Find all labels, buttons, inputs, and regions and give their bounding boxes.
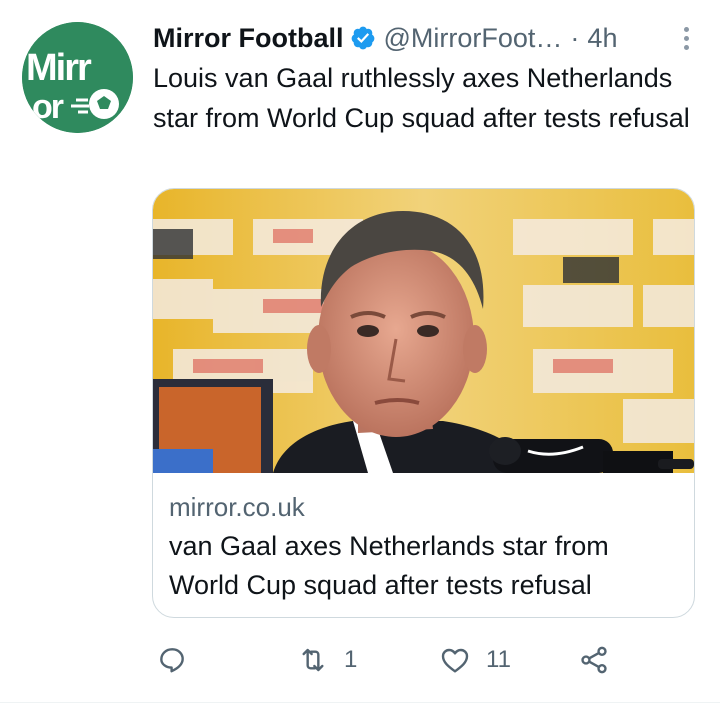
card-domain: mirror.co.uk bbox=[169, 492, 305, 522]
share-icon bbox=[581, 646, 607, 674]
svg-text:Mirr: Mirr bbox=[26, 47, 92, 89]
separator-dot: · bbox=[570, 22, 580, 53]
avatar[interactable]: Mirr or bbox=[22, 22, 133, 133]
like-count: 11 bbox=[486, 646, 511, 673]
tweet-header: Mirror Football @MirrorFoot… · 4h bbox=[153, 18, 698, 58]
reply-icon bbox=[160, 648, 184, 673]
verified-badge-icon bbox=[350, 25, 376, 51]
reply-button[interactable] bbox=[156, 640, 188, 680]
handle[interactable]: @MirrorFoot… bbox=[384, 23, 563, 54]
link-card[interactable]: mirror.co.uk van Gaal axes Netherlands s… bbox=[152, 188, 695, 618]
press-conference-photo-icon bbox=[153, 189, 694, 473]
svg-text:or: or bbox=[32, 88, 64, 126]
tweet-text: Louis van Gaal ruthlessly axes Netherlan… bbox=[153, 63, 690, 133]
card-image[interactable] bbox=[153, 189, 694, 473]
more-options-icon[interactable] bbox=[674, 24, 698, 52]
retweet-button[interactable]: 1 bbox=[296, 640, 357, 680]
tweet[interactable]: Mirr or Mirror Football @MirrorFoot… · 4… bbox=[0, 0, 720, 703]
action-bar: 1 11 bbox=[152, 640, 622, 680]
card-title: van Gaal axes Netherlands star from Worl… bbox=[169, 531, 609, 600]
heart-icon bbox=[441, 648, 469, 673]
display-name[interactable]: Mirror Football bbox=[153, 23, 344, 54]
share-button[interactable] bbox=[578, 640, 610, 680]
card-body[interactable]: mirror.co.uk van Gaal axes Netherlands s… bbox=[169, 487, 682, 605]
timestamp[interactable]: 4h bbox=[587, 23, 617, 54]
retweet-icon bbox=[302, 648, 324, 672]
retweet-count: 1 bbox=[344, 646, 358, 673]
mirror-logo-icon: Mirr or bbox=[22, 22, 133, 133]
like-button[interactable]: 11 bbox=[438, 640, 511, 680]
